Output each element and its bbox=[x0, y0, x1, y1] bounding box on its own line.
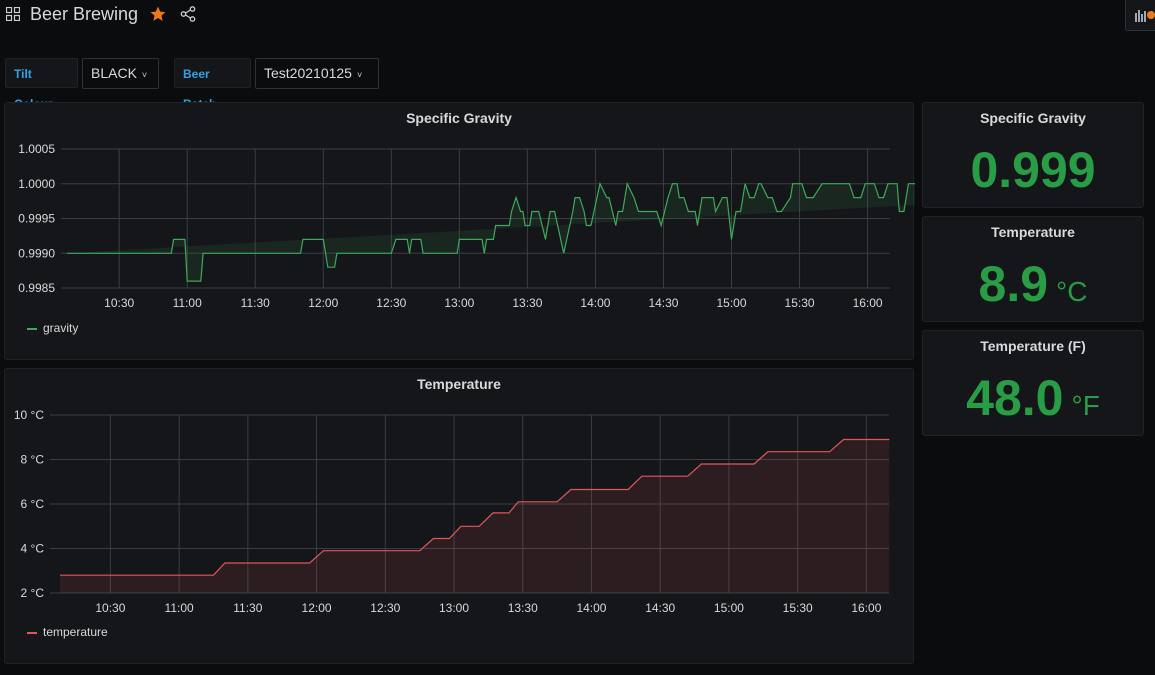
x-tick-label: 11:30 bbox=[241, 296, 270, 310]
variable-label-tilt-colour: Tilt Colour bbox=[5, 58, 78, 111]
stat-number: 48.0 bbox=[966, 370, 1064, 426]
gravity-area bbox=[67, 183, 915, 282]
legend-label: temperature bbox=[43, 625, 108, 639]
x-tick-label: 14:30 bbox=[648, 296, 678, 310]
x-tick-label: 12:00 bbox=[308, 296, 338, 310]
stat-unit: °F bbox=[1071, 390, 1100, 421]
x-tick-label: 15:00 bbox=[714, 601, 744, 615]
x-tick-label: 16:00 bbox=[851, 601, 881, 615]
gravity-chart[interactable]: 1.0005 1.0000 0.9995 0.9990 0.9985 10:30 11:00… bbox=[5, 103, 915, 361]
add-panel-button[interactable] bbox=[1125, 0, 1155, 31]
dashboard-title[interactable]: Beer Brewing bbox=[30, 4, 138, 25]
x-tick-label: 15:00 bbox=[716, 296, 746, 310]
x-tick-label: 15:30 bbox=[785, 296, 815, 310]
y-tick-label: 2 °C bbox=[21, 586, 45, 600]
temperature-graph-panel: Temperature 10 °C 8 °C 6 °C 4 °C 2 °C 10:30 11… bbox=[4, 368, 914, 664]
x-tick-label: 13:30 bbox=[512, 296, 542, 310]
gravity-graph-panel: Specific Gravity 1.0005 1.0000 0.9995 0.999… bbox=[4, 102, 915, 361]
temperature-chart[interactable]: 10 °C 8 °C 6 °C 4 °C 2 °C 10:30 11:00 11:30 12:0… bbox=[5, 369, 915, 665]
x-tick-label: 12:30 bbox=[376, 296, 406, 310]
y-tick-label: 6 °C bbox=[21, 497, 45, 511]
y-tick-label: 0.9985 bbox=[18, 281, 55, 295]
y-tick-label: 8 °C bbox=[21, 453, 45, 467]
y-tick-label: 1.0000 bbox=[18, 177, 55, 191]
legend-item-gravity[interactable]: gravity bbox=[27, 321, 78, 335]
legend-swatch bbox=[27, 327, 37, 330]
temperature-area bbox=[60, 439, 890, 593]
x-tick-label: 15:30 bbox=[783, 601, 813, 615]
y-tick-label: 1.0005 bbox=[18, 142, 55, 156]
star-icon[interactable] bbox=[149, 5, 167, 23]
x-tick-label: 11:00 bbox=[173, 296, 202, 310]
y-tick-label: 4 °C bbox=[21, 542, 45, 556]
x-tick-label: 14:30 bbox=[645, 601, 675, 615]
apps-grid-icon[interactable] bbox=[6, 7, 20, 21]
x-tick-label: 12:00 bbox=[302, 601, 332, 615]
stat-unit: °C bbox=[1056, 276, 1088, 307]
legend-item-temperature[interactable]: temperature bbox=[27, 625, 108, 639]
stat-value: 0.999 bbox=[923, 141, 1143, 199]
x-tick-label: 14:00 bbox=[576, 601, 606, 615]
dashboard-header: Beer Brewing bbox=[0, 0, 1155, 34]
stat-number: 8.9 bbox=[978, 256, 1049, 312]
gravity-stat-panel: Specific Gravity 0.999 bbox=[922, 102, 1144, 208]
variable-select-beer-batch[interactable]: Test20210125 ˅ bbox=[255, 58, 379, 89]
stat-value: 8.9 °C bbox=[923, 255, 1143, 313]
x-tick-label: 11:30 bbox=[233, 601, 262, 615]
y-tick-label: 0.9990 bbox=[18, 246, 55, 260]
variable-label-beer-batch: Beer Batch bbox=[174, 58, 251, 111]
x-tick-label: 13:00 bbox=[444, 296, 474, 310]
x-tick-label: 12:30 bbox=[370, 601, 400, 615]
panel-title[interactable]: Temperature (F) bbox=[923, 338, 1143, 354]
temperature-f-stat-panel: Temperature (F) 48.0 °F bbox=[922, 330, 1144, 436]
x-tick-label: 14:00 bbox=[580, 296, 610, 310]
temperature-stat-panel: Temperature 8.9 °C bbox=[922, 216, 1144, 322]
x-tick-label: 11:00 bbox=[165, 601, 194, 615]
legend-swatch bbox=[27, 631, 37, 634]
variable-value: BLACK bbox=[91, 65, 137, 81]
panel-title[interactable]: Temperature bbox=[923, 224, 1143, 240]
x-tick-label: 10:30 bbox=[104, 296, 134, 310]
x-tick-label: 13:30 bbox=[508, 601, 538, 615]
y-tick-label: 0.9995 bbox=[18, 212, 55, 226]
x-tick-label: 10:30 bbox=[95, 601, 125, 615]
add-panel-icon bbox=[1135, 10, 1155, 22]
chevron-down-icon: ˅ bbox=[356, 70, 363, 80]
y-tick-label: 10 °C bbox=[14, 408, 44, 422]
x-tick-label: 13:00 bbox=[439, 601, 469, 615]
share-icon[interactable] bbox=[180, 6, 196, 22]
legend-label: gravity bbox=[43, 321, 79, 335]
stat-value: 48.0 °F bbox=[923, 369, 1143, 427]
stat-number: 0.999 bbox=[970, 142, 1096, 198]
variable-select-tilt-colour[interactable]: BLACK ˅ bbox=[82, 58, 159, 89]
chevron-down-icon: ˅ bbox=[141, 70, 148, 80]
x-tick-label: 16:00 bbox=[853, 296, 883, 310]
variable-value: Test20210125 bbox=[264, 65, 352, 81]
panel-title[interactable]: Specific Gravity bbox=[923, 110, 1143, 126]
